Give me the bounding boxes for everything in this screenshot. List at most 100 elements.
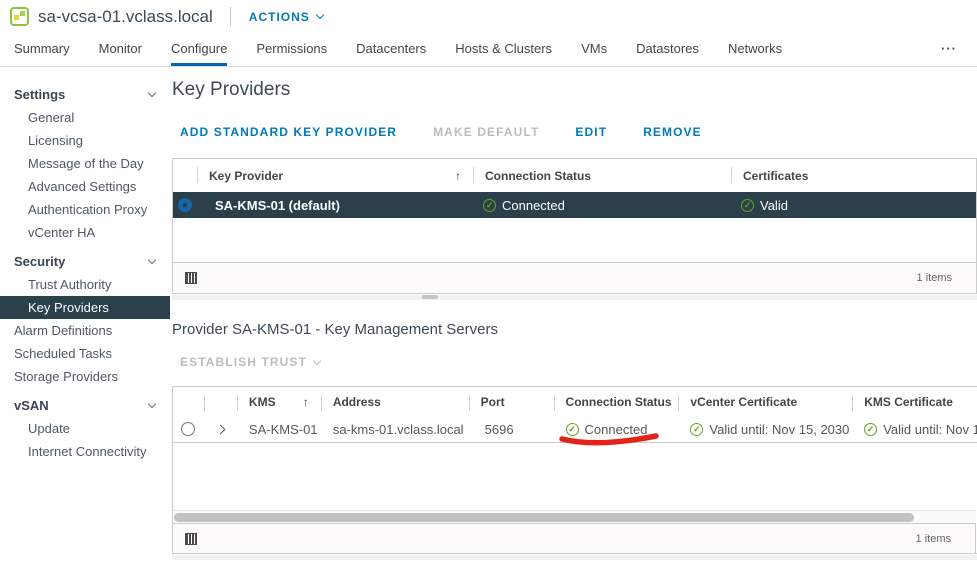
sidebar-item-alarm-definitions[interactable]: Alarm Definitions (0, 319, 170, 342)
establish-trust-button[interactable]: ESTABLISH TRUST (180, 355, 320, 369)
sidebar-item-authentication-proxy[interactable]: Authentication Proxy (0, 198, 170, 221)
kms-address: sa-kms-01.vclass.local (321, 422, 469, 437)
sidebar-item-key-providers[interactable]: Key Providers (0, 296, 170, 319)
status-ok-icon: ✓ (483, 199, 496, 212)
column-label: Certificates (743, 169, 808, 183)
status-ok-icon: ✓ (864, 423, 877, 436)
add-standard-key-provider-button[interactable]: ADD STANDARD KEY PROVIDER (180, 125, 397, 139)
table-resize-strip (172, 555, 977, 560)
tab-summary[interactable]: Summary (14, 41, 70, 66)
column-settings-icon[interactable] (185, 272, 197, 284)
table-empty-area (173, 443, 977, 510)
sidebar-item-update[interactable]: Update (0, 417, 170, 440)
object-title: sa-vcsa-01.vclass.local (38, 7, 213, 27)
actions-button[interactable]: ACTIONS (249, 10, 323, 24)
tab-permissions[interactable]: Permissions (256, 41, 327, 66)
column-label: KMS Certificate (864, 395, 953, 409)
resize-handle[interactable] (422, 295, 438, 299)
sidebar-group-label: Settings (14, 87, 65, 102)
connection-status: ✓ Connected (483, 198, 565, 213)
sidebar-group-vsan[interactable]: vSAN (0, 393, 170, 417)
vcenter-icon (10, 7, 29, 26)
chevron-down-icon (316, 11, 324, 19)
column-header-kms-certificate[interactable]: KMS Certificate (852, 387, 977, 416)
tab-configure[interactable]: Configure (171, 41, 227, 66)
more-tabs-icon[interactable]: ··· (941, 41, 957, 66)
sort-ascending-icon: ↑ (455, 169, 461, 183)
column-header-kms[interactable]: KMS ↑ (237, 387, 321, 416)
kms-row[interactable]: SA-KMS-01 sa-kms-01.vclass.local 5696 ✓ … (173, 416, 977, 443)
column-label: KMS (249, 395, 276, 409)
kms-connection-status-cell: ✓ Connected (554, 422, 679, 437)
column-header-port[interactable]: Port (469, 387, 554, 416)
tab-networks[interactable]: Networks (728, 41, 782, 66)
content-pane: Key Providers ADD STANDARD KEY PROVIDER … (170, 67, 977, 562)
edit-button[interactable]: EDIT (575, 125, 607, 139)
sidebar-item-trust-authority[interactable]: Trust Authority (0, 273, 170, 296)
expand-row-icon[interactable] (215, 424, 225, 434)
tab-vms[interactable]: VMs (581, 41, 607, 66)
column-label: Address (333, 395, 381, 409)
row-radio-unselected[interactable] (181, 422, 195, 436)
status-label: Valid until: Nov 15, 2030 (709, 422, 849, 437)
chevron-down-icon (313, 356, 321, 364)
make-default-button[interactable]: MAKE DEFAULT (433, 125, 539, 139)
status-label: Connected (585, 422, 648, 437)
status-label: Valid (760, 198, 788, 213)
column-header-connection-status[interactable]: Connection Status (473, 159, 731, 192)
column-header-certificates[interactable]: Certificates (731, 159, 976, 192)
tab-hosts-clusters[interactable]: Hosts & Clusters (455, 41, 552, 66)
sidebar-item-general[interactable]: General (0, 106, 170, 129)
main-layout: Settings General Licensing Message of th… (0, 67, 977, 562)
configure-sidebar: Settings General Licensing Message of th… (0, 67, 170, 562)
table-resize-strip (172, 295, 977, 300)
sort-ascending-icon: ↑ (303, 395, 309, 409)
table-footer: 1 items (173, 262, 976, 293)
sidebar-item-vcenter-ha[interactable]: vCenter HA (0, 221, 170, 244)
column-settings-icon[interactable] (185, 533, 197, 545)
kms-name: SA-KMS-01 (237, 422, 321, 437)
column-header-address[interactable]: Address (321, 387, 469, 416)
column-label: Port (481, 395, 505, 409)
tab-datacenters[interactable]: Datacenters (356, 41, 426, 66)
sidebar-item-scheduled-tasks[interactable]: Scheduled Tasks (0, 342, 170, 365)
status-label: Valid until: Nov 15, 2030 (883, 422, 977, 437)
column-label: Connection Status (566, 395, 672, 409)
column-label: Key Provider (209, 169, 283, 183)
radio-column-header (173, 387, 204, 416)
actions-label: ACTIONS (249, 10, 310, 24)
chevron-down-icon (148, 256, 156, 264)
sidebar-group-settings[interactable]: Settings (0, 82, 170, 106)
column-header-key-provider[interactable]: Key Provider ↑ (197, 159, 473, 192)
scrollbar-thumb[interactable] (174, 513, 914, 522)
status-label: Connected (502, 198, 565, 213)
tab-monitor[interactable]: Monitor (99, 41, 142, 66)
key-providers-table: Key Provider ↑ Connection Status Certifi… (172, 158, 977, 294)
sidebar-group-security[interactable]: Security (0, 249, 170, 273)
remove-button[interactable]: REMOVE (643, 125, 702, 139)
sidebar-item-storage-providers[interactable]: Storage Providers (0, 365, 170, 388)
sidebar-item-advanced-settings[interactable]: Advanced Settings (0, 175, 170, 198)
tab-bar: Summary Monitor Configure Permissions Da… (0, 33, 977, 67)
connection-status: ✓ Connected (566, 422, 648, 437)
horizontal-scrollbar[interactable] (173, 510, 976, 523)
key-provider-row[interactable]: SA-KMS-01 (default) ✓ Connected ✓ Valid (173, 192, 976, 218)
items-count: 1 items (916, 533, 951, 545)
column-header-connection-status[interactable]: Connection Status (554, 387, 679, 416)
tab-datastores[interactable]: Datastores (636, 41, 699, 66)
sidebar-item-internet-connectivity[interactable]: Internet Connectivity (0, 440, 170, 463)
chevron-down-icon (148, 89, 156, 97)
table-header-row: KMS ↑ Address Port Connection Status vCe… (173, 387, 977, 416)
table-empty-area (173, 218, 976, 262)
column-label: Connection Status (485, 169, 591, 183)
sidebar-item-licensing[interactable]: Licensing (0, 129, 170, 152)
table-footer: 1 items (173, 523, 976, 553)
sidebar-item-message-of-the-day[interactable]: Message of the Day (0, 152, 170, 175)
expand-column-header (204, 387, 237, 416)
row-radio-selected[interactable] (178, 198, 192, 212)
vcenter-certificate-status: ✓ Valid until: Nov 15, 2030 (690, 422, 849, 437)
items-count: 1 items (917, 272, 952, 284)
kms-table: KMS ↑ Address Port Connection Status vCe… (172, 386, 977, 554)
column-header-vcenter-certificate[interactable]: vCenter Certificate (678, 387, 852, 416)
radio-column-header (173, 159, 197, 192)
